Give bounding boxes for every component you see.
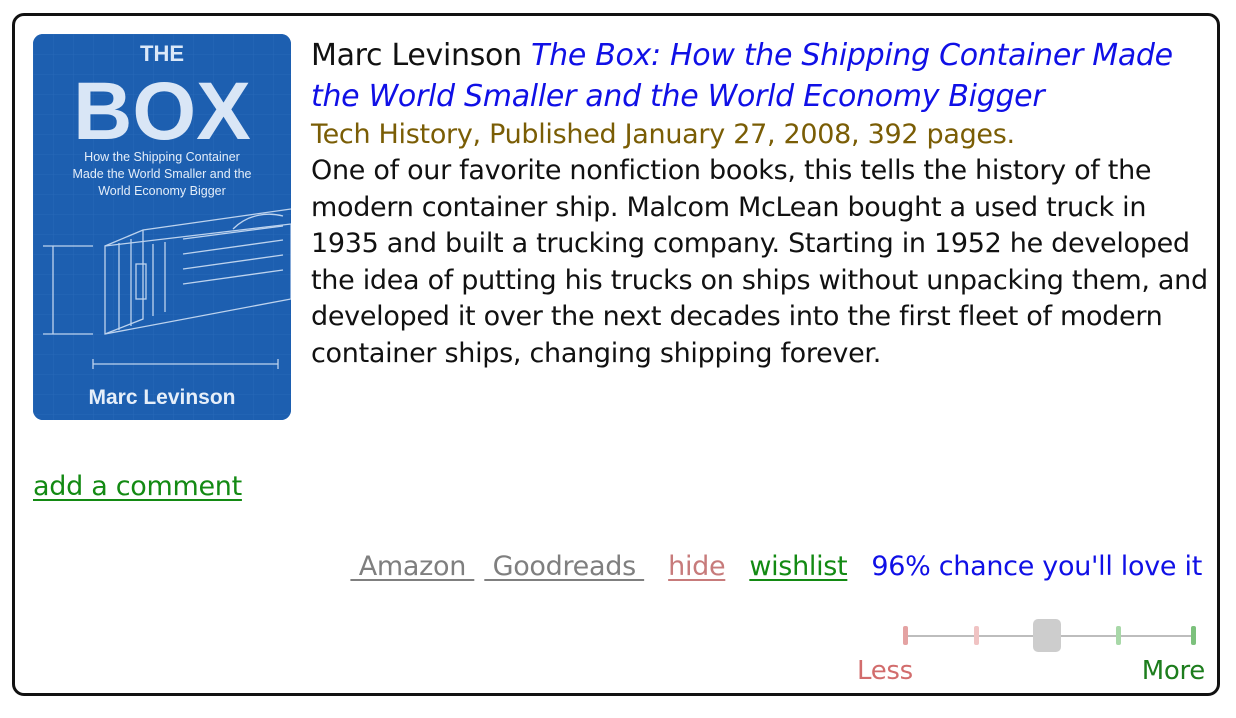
book-meta: Tech History, Published January 27, 2008… xyxy=(311,119,1015,150)
action-links: Amazon Goodreads hide wishlist 96% chanc… xyxy=(350,551,1203,582)
rating-handle[interactable] xyxy=(1033,619,1061,652)
book-cover-art: THE BOX How the Shipping Container Made … xyxy=(33,34,291,420)
book-cover-image[interactable]: THE BOX How the Shipping Container Made … xyxy=(33,34,291,420)
rating-tick-2[interactable] xyxy=(974,626,979,645)
book-description: One of our favorite nonfiction books, th… xyxy=(311,155,1208,369)
rating-less-label: Less xyxy=(857,656,913,686)
rating-tick-4[interactable] xyxy=(1116,626,1121,645)
rating-tick-1[interactable] xyxy=(903,626,908,645)
add-comment-link[interactable]: add a comment xyxy=(33,471,242,502)
cover-subtitle-line-3: World Economy Bigger xyxy=(98,184,226,198)
wishlist-link[interactable]: wishlist xyxy=(749,551,847,582)
hide-link[interactable]: hide xyxy=(668,551,725,582)
cover-subtitle-line-2: Made the World Smaller and the xyxy=(72,167,251,181)
love-chance-text: 96% chance you'll love it xyxy=(871,551,1202,582)
amazon-link[interactable]: Amazon xyxy=(350,551,474,582)
cover-author: Marc Levinson xyxy=(88,386,235,409)
rating-tick-5[interactable] xyxy=(1191,626,1196,645)
cover-title-small: THE xyxy=(140,41,184,66)
book-headline: Marc Levinson The Box: How the Shipping … xyxy=(311,35,1211,117)
rating-more-label: More xyxy=(1141,656,1206,686)
goodreads-link[interactable]: Goodreads xyxy=(484,551,644,582)
cover-subtitle-line-1: How the Shipping Container xyxy=(84,150,240,164)
book-card: THE BOX How the Shipping Container Made … xyxy=(12,13,1220,696)
book-info: Marc Levinson The Box: How the Shipping … xyxy=(311,35,1211,372)
rating-slider[interactable]: Less More xyxy=(857,616,1217,696)
cover-title-large: BOX xyxy=(73,66,251,157)
author-name: Marc Levinson xyxy=(311,38,522,73)
